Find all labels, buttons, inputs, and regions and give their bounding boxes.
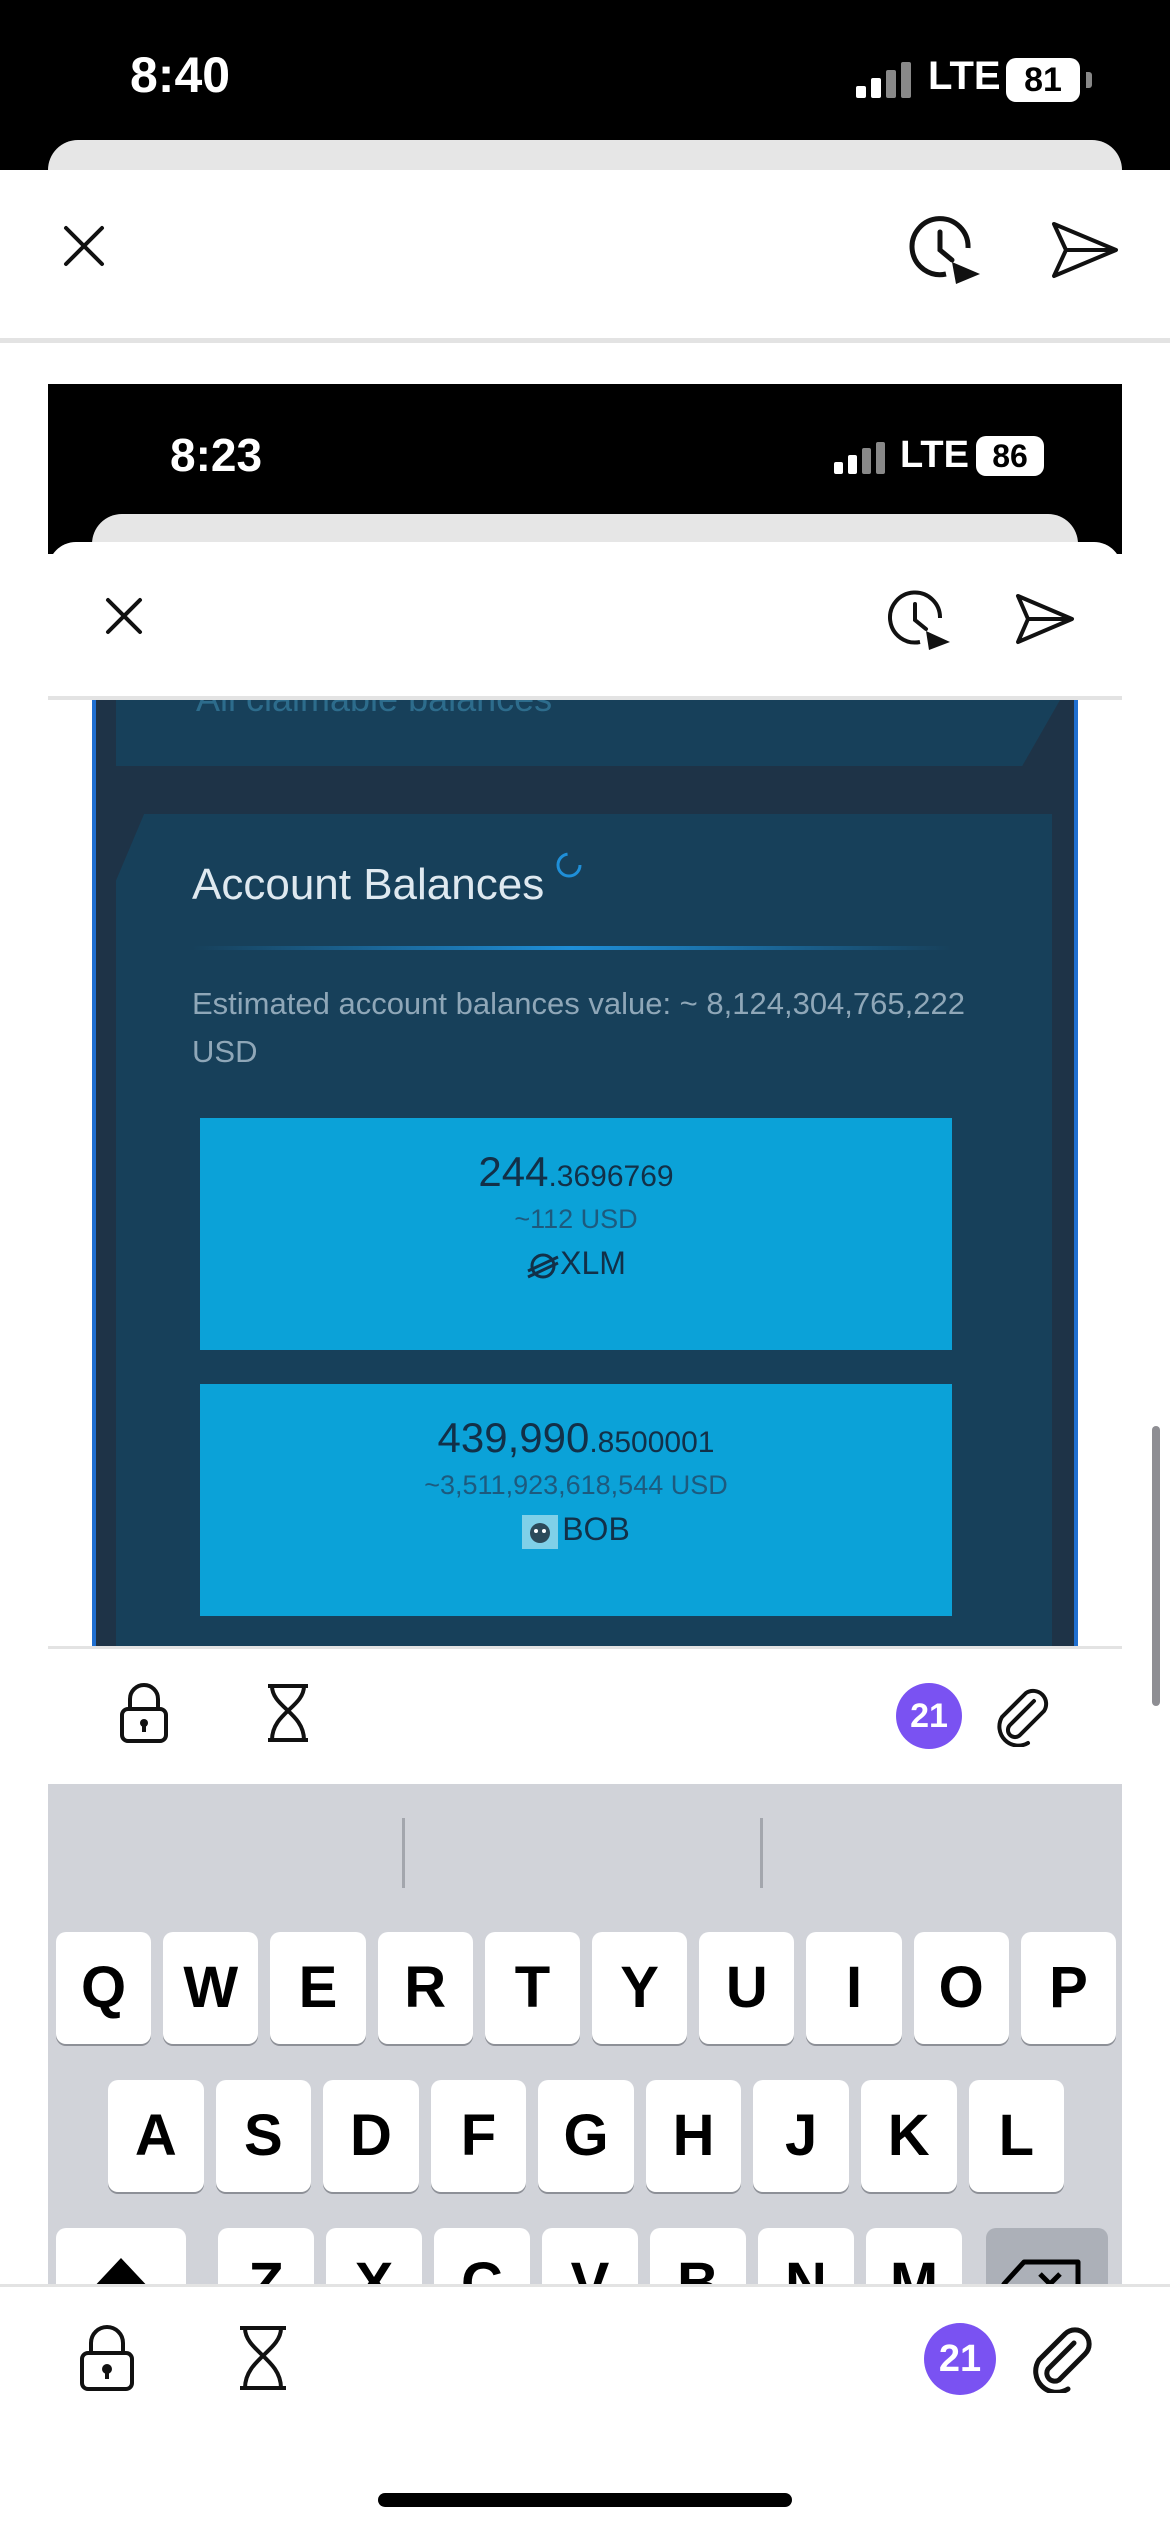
bottom-toolbar: 21: [0, 2287, 1170, 2532]
suggestion-divider: [760, 1818, 763, 1888]
inner-signal-icon: [834, 442, 890, 479]
home-indicator[interactable]: [378, 2493, 792, 2507]
account-balances-title: Account Balances: [192, 860, 545, 909]
keyboard-row-2: A S D F G H J K L: [108, 2080, 1065, 2192]
keyboard-row-1: Q W E R T Y U I O P: [56, 1932, 1117, 2044]
key[interactable]: L: [968, 2080, 1065, 2192]
asset-label: BOB: [200, 1511, 952, 1549]
send-icon: [1052, 222, 1118, 278]
inner-close-button: [104, 596, 144, 636]
key[interactable]: J: [753, 2080, 849, 2192]
attachment-icon: [990, 1683, 1054, 1752]
inner-battery-indicator: 86: [976, 436, 1044, 476]
balance-amount: 439,990.8500001: [200, 1414, 952, 1462]
key[interactable]: D: [323, 2080, 419, 2192]
key[interactable]: F: [430, 2080, 527, 2192]
scroll-indicator[interactable]: [1152, 1426, 1160, 1706]
balance-usd: ~3,511,923,618,544 USD: [424, 1470, 728, 1500]
bob-token-icon: [522, 1514, 559, 1549]
stellar-icon: [527, 1253, 559, 1279]
asset-code: BOB: [562, 1511, 630, 1547]
inner-network-label: LTE: [900, 434, 969, 476]
battery-cap: [1086, 72, 1092, 88]
key[interactable]: G: [538, 2080, 634, 2192]
lock-button[interactable]: [78, 2325, 136, 2396]
claimable-card: All claimable balances: [116, 700, 1060, 766]
hourglass-icon: [240, 2326, 286, 2390]
attachment-icon: [1033, 2327, 1092, 2395]
send-button[interactable]: [1050, 218, 1120, 282]
key[interactable]: P: [1020, 1932, 1117, 2044]
key[interactable]: A: [108, 2080, 204, 2192]
hourglass-icon: [264, 1683, 312, 1748]
key[interactable]: S: [215, 2080, 312, 2192]
inner-send: [1014, 590, 1076, 648]
account-balances-card: Account Balances Estimated account balan…: [116, 814, 1052, 1646]
estimated-value: Estimated account balances value: ~ 8,12…: [192, 980, 992, 1076]
send-icon: [1016, 594, 1074, 644]
lock-icon: [118, 1683, 170, 1748]
web-content: All claimable balances Account Balances …: [92, 700, 1078, 1646]
inner-bottom-toolbar: 21: [48, 1649, 1122, 1783]
clock-send-icon: [909, 216, 980, 284]
inner-status-time: 8:23: [170, 429, 263, 481]
key[interactable]: H: [645, 2080, 742, 2192]
inner-count-badge: 21: [896, 1683, 962, 1749]
status-time: 8:40: [130, 47, 231, 103]
key[interactable]: U: [699, 1932, 795, 2044]
inner-schedule-send: [884, 584, 954, 654]
signal-icon: [856, 62, 916, 103]
timer-button[interactable]: [236, 2325, 290, 2396]
balance-item-xlm[interactable]: 244.3696769 ~112 USD XLM: [200, 1118, 952, 1350]
close-button[interactable]: [58, 220, 110, 272]
balance-item-bob[interactable]: 439,990.8500001 ~3,511,923,618,544 USD B…: [200, 1384, 952, 1616]
refresh-icon: [554, 850, 584, 880]
schedule-send-button[interactable]: [906, 210, 984, 288]
key[interactable]: Q: [56, 1932, 152, 2044]
balance-amount: 244.3696769: [200, 1148, 952, 1196]
amount-main: 439,990: [437, 1414, 590, 1461]
key[interactable]: I: [806, 1932, 902, 2044]
close-icon: [64, 226, 104, 266]
count-badge[interactable]: 21: [924, 2323, 996, 2395]
balance-usd: ~112 USD: [514, 1204, 638, 1234]
compose-toolbar: [0, 170, 1170, 340]
key[interactable]: Y: [592, 1932, 688, 2044]
key[interactable]: R: [377, 1932, 473, 2044]
divider: [0, 338, 1170, 343]
network-label: LTE: [928, 54, 1001, 98]
inner-compose-toolbar: [48, 542, 1122, 700]
suggestion-divider: [402, 1818, 405, 1888]
close-icon: [106, 598, 142, 634]
attach-button[interactable]: [1026, 2323, 1096, 2398]
amount-main: 244: [478, 1148, 549, 1195]
asset-label: XLM: [200, 1245, 952, 1282]
amount-decimal: .3696769: [548, 1160, 674, 1193]
amount-decimal: .8500001: [589, 1426, 715, 1459]
keyboard: Q W E R T Y U I O P A S D F G H J K L: [48, 1784, 1122, 2344]
attached-screenshot[interactable]: 8:23 LTE 86 All claimable balances Accou…: [48, 384, 1122, 2344]
key[interactable]: E: [270, 1932, 366, 2044]
key[interactable]: T: [484, 1932, 581, 2044]
estimated-unit: USD: [192, 1034, 258, 1069]
estimated-label: Estimated account balances value: ~ 8,12…: [192, 986, 965, 1021]
key[interactable]: K: [860, 2080, 957, 2192]
asset-code: XLM: [560, 1245, 626, 1281]
key[interactable]: O: [913, 1932, 1009, 2044]
lock-icon: [80, 2325, 134, 2391]
battery-indicator: 81: [1006, 58, 1080, 102]
title-underline: [192, 946, 952, 950]
key[interactable]: W: [163, 1932, 259, 2044]
clock-send-icon: [888, 590, 950, 650]
